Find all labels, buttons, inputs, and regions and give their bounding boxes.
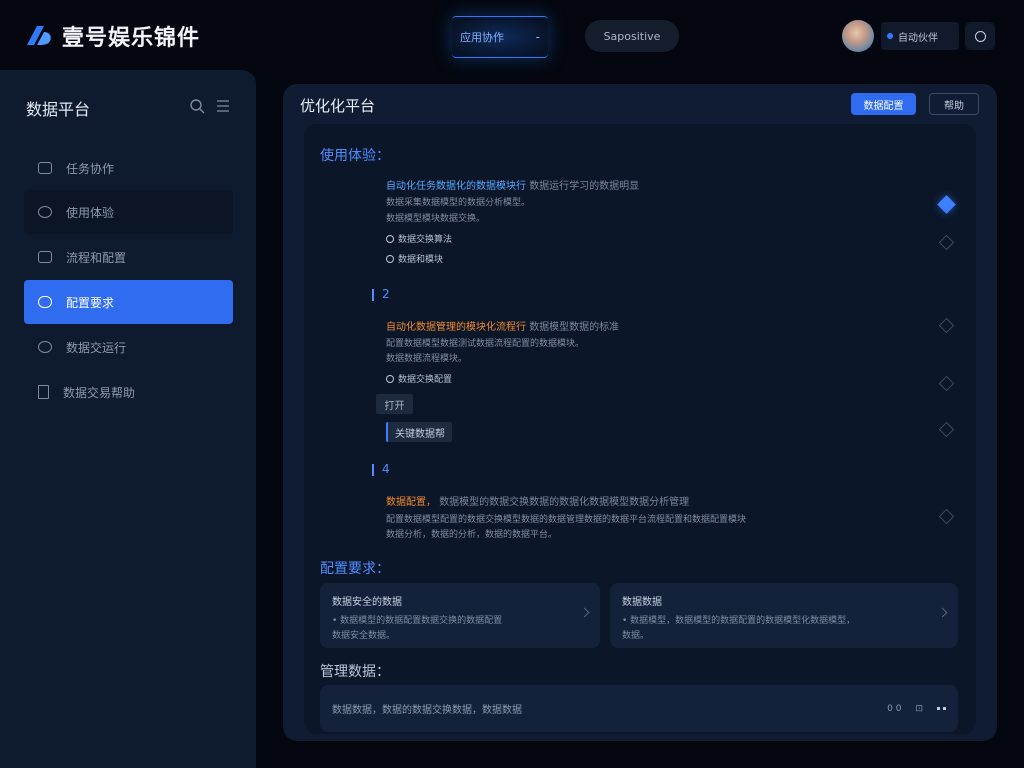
cloud-icon bbox=[38, 296, 52, 308]
settings-icon bbox=[38, 206, 52, 218]
item1-check1[interactable]: 数据交换算法 bbox=[386, 232, 452, 245]
item2-heading-grey: 数据模型数据的标准 bbox=[529, 322, 620, 333]
document-icon bbox=[38, 385, 49, 399]
page-title: 优化化平台 bbox=[300, 97, 376, 115]
open-tag[interactable]: 打开 bbox=[376, 394, 413, 414]
item2-heading-orange: 自动化数据管理的模块化流程行 bbox=[386, 322, 526, 333]
card-desc: 数据安全数据。 bbox=[332, 631, 396, 641]
secondary-button[interactable]: 帮助 bbox=[929, 93, 979, 115]
item1-check2[interactable]: 数据和模块 bbox=[386, 252, 443, 265]
requirement-card-2[interactable]: 数据数据 • 数据模型，数据模型的数据配置的数据模型化数据模型， 数据。 bbox=[610, 583, 958, 648]
section-title-management: 管理数据： bbox=[320, 664, 390, 680]
sidebar-title: 数据平台 bbox=[26, 100, 91, 119]
item2-number: 2 bbox=[372, 287, 390, 301]
view-icon[interactable]: 0 0 bbox=[887, 704, 901, 714]
card-desc: 数据。 bbox=[622, 631, 650, 641]
primary-button[interactable]: 数据配置 bbox=[851, 93, 916, 115]
sidebar-item-label: 流程和配置 bbox=[66, 250, 127, 265]
folder-icon bbox=[38, 162, 52, 174]
user-chip[interactable]: 自动伙伴 bbox=[881, 22, 959, 50]
more-icon[interactable] bbox=[937, 707, 946, 710]
item3-number-text: 4 bbox=[382, 462, 390, 476]
sidebar-item-process[interactable]: 流程和配置 bbox=[24, 235, 233, 279]
status-dot-icon bbox=[887, 33, 893, 39]
user-label: 自动伙伴 bbox=[898, 32, 938, 44]
item2-number-text: 2 bbox=[382, 287, 390, 301]
item1-line1: 数据采集数据模型的数据分析模型。 bbox=[386, 198, 531, 208]
management-text: 数据数据，数据的数据交换数据，数据数据 bbox=[332, 705, 522, 716]
item3-heading-orange: 数据配置， bbox=[386, 497, 436, 508]
item3-heading-grey: 数据模型的数据交换数据的数据化数据模型数据分析管理 bbox=[439, 497, 690, 508]
sidebar-item-run[interactable]: 数据交运行 bbox=[24, 325, 233, 369]
card-desc: • 数据模型，数据模型的数据配置的数据模型化数据模型， bbox=[622, 616, 856, 626]
management-actions: 0 0 ⊡ bbox=[887, 704, 946, 714]
sidebar-item-label: 数据交易帮助 bbox=[63, 385, 136, 400]
item3-line2: 数据分析，数据的分析，数据的数据平台。 bbox=[386, 530, 558, 540]
list-icon bbox=[38, 251, 52, 263]
item1-check1-label: 数据交换算法 bbox=[398, 235, 453, 245]
sidebar-item-experience[interactable]: 使用体验 bbox=[24, 190, 233, 234]
clock-icon bbox=[38, 341, 52, 353]
item-bar bbox=[372, 288, 374, 301]
item2-line1: 配置数据模型数据测试数据流程配置的数据模块。 bbox=[386, 339, 585, 349]
item3-heading: 数据配置， 数据模型的数据交换数据的数据化数据模型数据分析管理 bbox=[386, 493, 689, 508]
management-row[interactable]: 数据数据，数据的数据交换数据，数据数据 0 0 ⊡ bbox=[320, 685, 958, 732]
key-data-tag[interactable]: 关键数据帮 bbox=[386, 422, 452, 442]
menu-icon[interactable] bbox=[216, 99, 230, 113]
item3-number: 4 bbox=[372, 462, 390, 476]
search-icon[interactable] bbox=[189, 98, 205, 114]
top-pill-button[interactable]: Sapositive bbox=[585, 20, 679, 52]
card-desc: • 数据模型的数据配置数据交换的数据配置 bbox=[332, 616, 503, 626]
item2-line2: 数据数据流程模块。 bbox=[386, 354, 468, 364]
dot bbox=[937, 707, 940, 710]
check-icon bbox=[386, 234, 394, 243]
comment-icon[interactable]: ⊡ bbox=[915, 704, 923, 714]
item1-line2: 数据模型模块数据交换。 bbox=[386, 214, 486, 224]
sidebar-item-label: 任务协作 bbox=[66, 161, 115, 176]
circle-icon bbox=[974, 30, 986, 42]
item2-heading: 自动化数据管理的模块化流程行 数据模型数据的标准 bbox=[386, 318, 619, 333]
item1-heading-blue: 自动化任务数据化的数据模块行 bbox=[386, 181, 526, 192]
search-circle-button[interactable] bbox=[965, 22, 995, 50]
brand-logo-icon bbox=[27, 26, 51, 45]
sidebar-item-label: 使用体验 bbox=[66, 205, 115, 220]
dot bbox=[943, 707, 946, 710]
item-bar bbox=[372, 463, 374, 476]
brand-name: 壹号娱乐锦件 bbox=[62, 26, 201, 51]
item1-heading: 自动化任务数据化的数据模块行 数据运行学习的数据明显 bbox=[386, 177, 926, 192]
section-title-experience: 使用体验： bbox=[320, 148, 390, 164]
top-tab-label: 应用协作 bbox=[460, 31, 504, 44]
card-title: 数据数据 bbox=[622, 597, 662, 608]
sidebar-item-task[interactable]: 任务协作 bbox=[24, 146, 233, 190]
sidebar-item-help[interactable]: 数据交易帮助 bbox=[24, 370, 233, 414]
sidebar-item-config[interactable]: 配置要求 bbox=[24, 280, 233, 324]
item1-heading-grey: 数据运行学习的数据明显 bbox=[529, 181, 640, 192]
item2-check1[interactable]: 数据交换配置 bbox=[386, 372, 452, 385]
card-title: 数据安全的数据 bbox=[332, 597, 402, 608]
sidebar-item-label: 配置要求 bbox=[66, 295, 115, 310]
top-tab-suffix: - bbox=[535, 30, 540, 44]
check-icon bbox=[386, 254, 394, 263]
requirement-card-1[interactable]: 数据安全的数据 • 数据模型的数据配置数据交换的数据配置 数据安全数据。 bbox=[320, 583, 600, 648]
item2-check1-label: 数据交换配置 bbox=[398, 375, 453, 385]
item1-check2-label: 数据和模块 bbox=[398, 255, 444, 265]
section-title-requirements: 配置要求： bbox=[320, 561, 390, 577]
item3-line1: 配置数据模型配置的数据交换模型数据的数据管理数据的数据平台流程配置和数据配置模块 bbox=[386, 515, 747, 525]
avatar[interactable] bbox=[842, 20, 874, 52]
brand-logo[interactable]: 壹号娱乐锦件 bbox=[24, 20, 200, 52]
sidebar-item-label: 数据交运行 bbox=[66, 340, 127, 355]
top-tab-active[interactable]: 应用协作 - bbox=[452, 16, 548, 58]
check-icon bbox=[386, 374, 394, 383]
